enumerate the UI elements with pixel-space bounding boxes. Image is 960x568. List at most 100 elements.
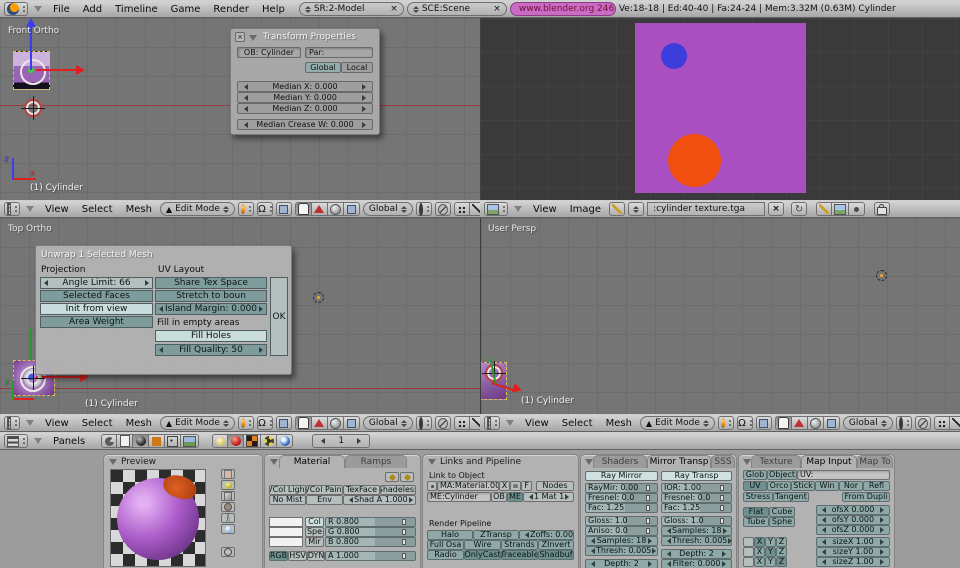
mode-dropdown[interactable]: ▲Edit Mode bbox=[160, 202, 235, 216]
material-buttons-button[interactable] bbox=[228, 434, 244, 448]
sizex-field[interactable]: sizeX 1.00 bbox=[816, 537, 890, 547]
frame-number-field[interactable]: 1 bbox=[312, 434, 370, 448]
cube-toggle[interactable]: Cube bbox=[769, 507, 795, 517]
image-name-field[interactable]: :cylinder texture.tga bbox=[647, 202, 765, 216]
tab-map-to[interactable]: Map To bbox=[857, 455, 893, 468]
ztransp-toggle[interactable]: ZTransp bbox=[473, 530, 519, 540]
uv-pencil-button[interactable] bbox=[816, 202, 832, 216]
selected-faces-toggle[interactable]: Selected Faces bbox=[40, 290, 153, 302]
ray-mirror-toggle[interactable]: Ray Mirror bbox=[585, 471, 658, 481]
uv-image-editor[interactable] bbox=[480, 18, 960, 200]
menu-select[interactable]: Select bbox=[557, 418, 598, 429]
strands-toggle[interactable]: Strands bbox=[501, 540, 538, 550]
object-context-button[interactable] bbox=[149, 434, 165, 448]
glob-toggle[interactable]: Glob bbox=[743, 470, 767, 480]
menu-panels[interactable]: Panels bbox=[48, 436, 90, 447]
tab-sss[interactable]: SSS bbox=[711, 455, 735, 468]
manipulator-translate-button[interactable] bbox=[792, 416, 808, 430]
stress-toggle[interactable]: Stress bbox=[743, 492, 773, 502]
editing-context-button[interactable] bbox=[165, 434, 181, 448]
proportional-edit-dropdown[interactable] bbox=[416, 416, 432, 430]
manipulator-space-button[interactable] bbox=[276, 202, 292, 216]
viewport-top[interactable]: y Top Ortho (1) Cylinder Unwrap 1 Select… bbox=[0, 218, 481, 414]
shad-a-slider[interactable]: Shad A 1.000 bbox=[343, 495, 416, 505]
color-swatch-col[interactable] bbox=[269, 517, 303, 527]
manipulator-scale-button[interactable] bbox=[344, 416, 360, 430]
menu-select[interactable]: Select bbox=[77, 204, 118, 215]
axis-x1-toggle[interactable]: X bbox=[754, 537, 765, 547]
axis-y3-toggle[interactable]: Y bbox=[765, 557, 776, 567]
material-browse-button[interactable] bbox=[427, 481, 437, 491]
auto-name-button[interactable] bbox=[510, 481, 521, 491]
angle-limit-slider[interactable]: Angle Limit: 66 bbox=[40, 277, 153, 289]
preview-refresh-button[interactable] bbox=[221, 547, 235, 557]
panel-title[interactable]: Transform Properties bbox=[263, 32, 356, 42]
median-x-slider[interactable]: Median X: 0.000 bbox=[237, 81, 373, 92]
viewport-type-button[interactable] bbox=[4, 416, 20, 430]
material-index-field[interactable]: 1 Mat 1 bbox=[523, 492, 574, 502]
axis-x3-toggle[interactable]: X bbox=[754, 557, 765, 567]
panel-title[interactable]: Links and Pipeline bbox=[440, 457, 521, 467]
menu-file[interactable]: File bbox=[48, 4, 75, 15]
gloss-tra-slider[interactable]: Gloss: 1.0 bbox=[661, 516, 732, 526]
ob-toggle[interactable]: OB bbox=[491, 492, 507, 502]
image-browse-button[interactable] bbox=[609, 202, 625, 216]
material-id-field[interactable]: MA:Material.001 bbox=[437, 481, 499, 491]
panel-collapse-icon[interactable] bbox=[249, 35, 257, 41]
uv-image-paint-button[interactable] bbox=[832, 202, 849, 216]
draw-mode-dropdown[interactable] bbox=[238, 202, 254, 216]
axis-z1-toggle[interactable]: Z bbox=[776, 537, 787, 547]
preview-sphere-button[interactable] bbox=[221, 480, 235, 490]
tab-texture[interactable]: Texture bbox=[751, 455, 801, 468]
image-unlink-button[interactable]: × bbox=[768, 202, 784, 216]
orco-toggle[interactable]: Orco bbox=[767, 481, 791, 491]
menu-help[interactable]: Help bbox=[257, 4, 290, 15]
full-osa-toggle[interactable]: Full Osa bbox=[427, 540, 464, 550]
scene-selector[interactable]: SCE:Scene× bbox=[407, 2, 507, 16]
sizez-field[interactable]: sizeZ 1.00 bbox=[816, 557, 890, 567]
screen-selector[interactable]: SR:2-Model× bbox=[299, 2, 404, 16]
fake-user-button[interactable]: F bbox=[521, 481, 532, 491]
axis-y1-toggle[interactable]: Y bbox=[765, 537, 776, 547]
menu-view[interactable]: View bbox=[520, 418, 554, 429]
collapse-menus-icon[interactable] bbox=[34, 438, 42, 444]
texface-toggle[interactable]: TexFace bbox=[343, 485, 380, 495]
draw-mode-dropdown[interactable] bbox=[718, 416, 734, 430]
color-swatch-spe[interactable] bbox=[269, 527, 303, 537]
nodes-toggle[interactable]: Nodes bbox=[536, 481, 574, 491]
proportional-edit-dropdown[interactable] bbox=[896, 416, 912, 430]
radiosity-buttons-button[interactable] bbox=[261, 434, 277, 448]
manipulator-rotate-button[interactable] bbox=[328, 202, 344, 216]
thresh-mir-field[interactable]: Thresh: 0.005 bbox=[585, 546, 658, 556]
tab-ramps[interactable]: Ramps bbox=[345, 455, 407, 468]
ray-transp-toggle[interactable]: Ray Transp bbox=[661, 471, 732, 481]
orientation-dropdown[interactable]: Global bbox=[843, 416, 893, 430]
menu-view[interactable]: View bbox=[40, 418, 74, 429]
vertex-select-button[interactable] bbox=[454, 416, 470, 430]
pivot-dropdown[interactable]: Ω bbox=[257, 416, 273, 430]
preview-cube-button[interactable] bbox=[221, 491, 235, 501]
preview-monkey-button[interactable] bbox=[221, 502, 235, 512]
pivot-dropdown[interactable]: Ω bbox=[737, 416, 753, 430]
tab-material[interactable]: Material bbox=[279, 455, 345, 468]
image-reload-button[interactable]: ↻ bbox=[791, 202, 807, 216]
wire-toggle[interactable]: Wire bbox=[464, 540, 501, 550]
panel-title[interactable]: Preview bbox=[121, 457, 156, 467]
stick-toggle[interactable]: Stick bbox=[791, 481, 815, 491]
object-name-field[interactable]: OB: Cylinder bbox=[237, 47, 301, 58]
depth-tra-field[interactable]: Depth: 2 bbox=[661, 549, 732, 559]
sizey-field[interactable]: sizeY 1.00 bbox=[816, 547, 890, 557]
uv-toggle[interactable]: UV bbox=[743, 481, 767, 491]
manipulator-rotate-button[interactable] bbox=[808, 416, 824, 430]
aniso-slider[interactable]: Aniso: 0.0 bbox=[585, 526, 658, 536]
close-icon[interactable]: × bbox=[390, 4, 398, 14]
orientation-dropdown[interactable]: Global bbox=[363, 202, 413, 216]
spe-button[interactable]: Spe bbox=[305, 527, 324, 537]
manipulator-hand-button[interactable] bbox=[775, 416, 792, 430]
manipulator-hand-button[interactable] bbox=[295, 416, 312, 430]
samples-mir-field[interactable]: Samples: 18 bbox=[585, 536, 658, 546]
texture-image[interactable] bbox=[635, 23, 806, 193]
init-from-view-toggle[interactable]: Init from view bbox=[40, 303, 153, 315]
r-slider[interactable]: R 0.800 bbox=[325, 517, 416, 527]
uv-name-field[interactable]: UV: bbox=[797, 470, 890, 480]
